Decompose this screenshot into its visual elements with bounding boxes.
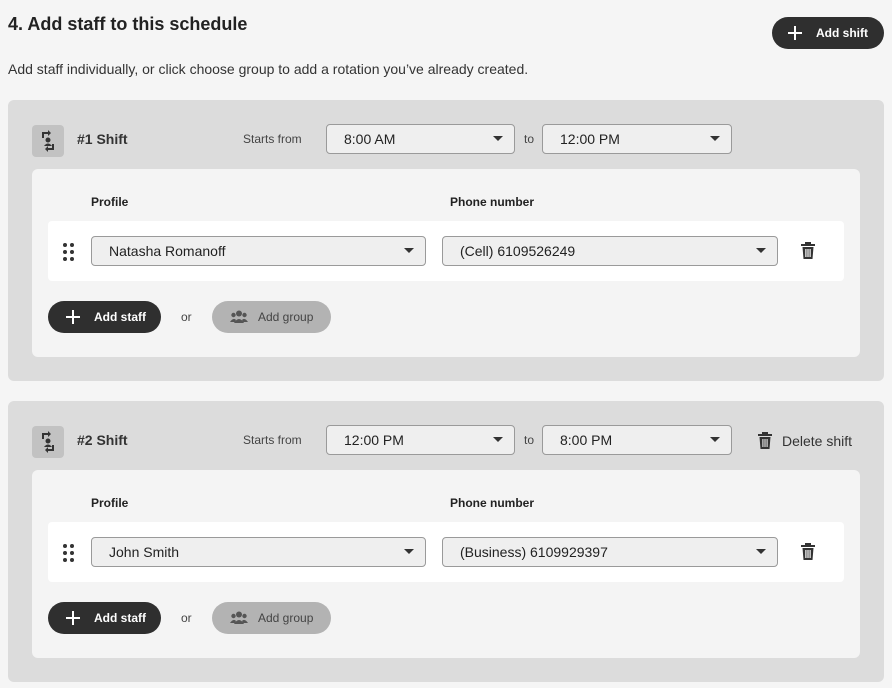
chevron-down-icon <box>493 136 503 141</box>
chevron-down-icon <box>493 437 503 442</box>
to-label: to <box>524 433 535 447</box>
page-subtitle: Add staff individually, or click choose … <box>8 61 529 77</box>
rotation-person-icon <box>32 426 64 458</box>
group-icon <box>230 611 248 625</box>
trash-icon[interactable] <box>801 242 815 264</box>
staff-panel: Profile Phone number John Smith (Busines… <box>32 470 860 658</box>
profile-value: John Smith <box>109 544 180 560</box>
add-staff-label: Add staff <box>94 611 146 625</box>
shift-title: #1 Shift <box>77 131 128 147</box>
profile-select[interactable]: John Smith <box>91 537 426 567</box>
shift-card-2: #2 Shift Starts from 12:00 PM to 8:00 PM… <box>8 401 884 682</box>
page-title: 4. Add staff to this schedule <box>8 14 248 34</box>
profile-column-label: Profile <box>91 496 129 510</box>
starts-from-label: Starts from <box>243 433 302 447</box>
chevron-down-icon <box>710 437 720 442</box>
add-group-button[interactable]: Add group <box>212 602 331 634</box>
start-time-value: 8:00 AM <box>344 131 396 147</box>
phone-column-label: Phone number <box>450 496 535 510</box>
start-time-select[interactable]: 8:00 AM <box>326 124 515 154</box>
trash-icon[interactable] <box>801 543 815 565</box>
chevron-down-icon <box>756 248 766 253</box>
profile-column-label: Profile <box>91 195 129 209</box>
add-shift-button[interactable]: Add shift <box>772 17 884 49</box>
chevron-down-icon <box>404 549 414 554</box>
phone-select[interactable]: (Business) 6109929397 <box>442 537 778 567</box>
rotation-person-icon <box>32 125 64 157</box>
profile-value: Natasha Romanoff <box>109 243 226 259</box>
chevron-down-icon <box>756 549 766 554</box>
or-label: or <box>181 310 192 324</box>
end-time-value: 8:00 PM <box>560 432 613 448</box>
start-time-value: 12:00 PM <box>344 432 404 448</box>
staff-panel: Profile Phone number Natasha Romanoff (C… <box>32 169 860 357</box>
end-time-select[interactable]: 12:00 PM <box>542 124 732 154</box>
delete-shift-label: Delete shift <box>782 432 853 449</box>
add-staff-label: Add staff <box>94 310 146 324</box>
end-time-select[interactable]: 8:00 PM <box>542 425 732 455</box>
add-shift-label: Add shift <box>816 26 868 40</box>
phone-select[interactable]: (Cell) 6109526249 <box>442 236 778 266</box>
to-label: to <box>524 132 535 146</box>
plus-icon <box>788 26 802 40</box>
phone-column-label: Phone number <box>450 195 535 209</box>
profile-select[interactable]: Natasha Romanoff <box>91 236 426 266</box>
add-group-label: Add group <box>258 611 314 625</box>
plus-icon <box>66 611 80 625</box>
starts-from-label: Starts from <box>243 132 302 146</box>
add-staff-button[interactable]: Add staff <box>48 301 161 333</box>
add-staff-button[interactable]: Add staff <box>48 602 161 634</box>
add-group-label: Add group <box>258 310 314 324</box>
drag-handle-icon[interactable] <box>63 243 75 261</box>
end-time-value: 12:00 PM <box>560 131 620 147</box>
trash-icon <box>758 432 772 449</box>
plus-icon <box>66 310 80 324</box>
phone-value: (Cell) 6109526249 <box>460 243 576 259</box>
start-time-select[interactable]: 12:00 PM <box>326 425 515 455</box>
drag-handle-icon[interactable] <box>63 544 75 562</box>
phone-value: (Business) 6109929397 <box>460 544 608 560</box>
staff-row: John Smith (Business) 6109929397 <box>48 522 844 582</box>
group-icon <box>230 310 248 324</box>
chevron-down-icon <box>710 136 720 141</box>
delete-shift-button[interactable]: Delete shift <box>758 432 852 449</box>
chevron-down-icon <box>404 248 414 253</box>
shift-card-1: #1 Shift Starts from 8:00 AM to 12:00 PM… <box>8 100 884 381</box>
shift-title: #2 Shift <box>77 432 128 448</box>
or-label: or <box>181 611 192 625</box>
add-group-button[interactable]: Add group <box>212 301 331 333</box>
staff-row: Natasha Romanoff (Cell) 6109526249 <box>48 221 844 281</box>
